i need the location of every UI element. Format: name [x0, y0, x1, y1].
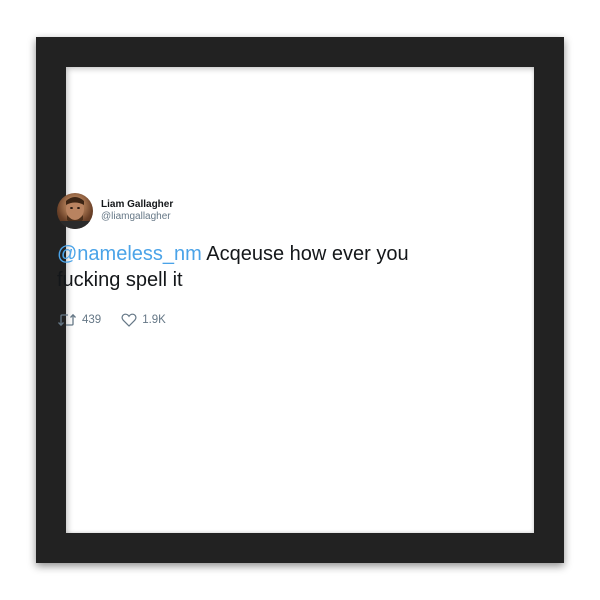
retweet-action[interactable]: 439 — [57, 313, 101, 327]
retweet-icon — [58, 313, 76, 327]
author-handle[interactable]: @liamgallagher — [101, 211, 173, 224]
heart-icon — [121, 313, 137, 327]
like-count: 1.9K — [142, 314, 166, 326]
mention-link[interactable]: @nameless_nm — [57, 243, 202, 265]
avatar — [57, 193, 93, 229]
retweet-count: 439 — [82, 314, 102, 326]
avatar-face-icon — [57, 197, 93, 229]
like-action[interactable]: 1.9K — [121, 313, 166, 327]
framed-print: Liam Gallagher @liamgallagher @nameless_… — [0, 0, 600, 600]
author-display-name[interactable]: Liam Gallagher — [101, 199, 173, 212]
tweet-actions: 439 1.9K — [57, 313, 447, 327]
tweet-text: @nameless_nm Acqeuse how ever you fuckin… — [57, 241, 447, 293]
author-names: Liam Gallagher @liamgallagher — [101, 199, 173, 224]
tweet-card: Liam Gallagher @liamgallagher @nameless_… — [57, 193, 447, 327]
tweet-header: Liam Gallagher @liamgallagher — [57, 193, 447, 229]
